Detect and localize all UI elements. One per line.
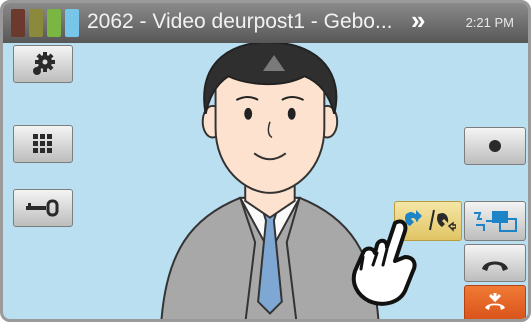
key-icon — [26, 199, 59, 217]
signal-bar-1 — [11, 9, 25, 37]
chevron-double-right-icon[interactable]: » — [411, 6, 425, 34]
handset-icon — [482, 261, 508, 271]
answer-button[interactable] — [464, 244, 526, 282]
grid-keypad-icon — [33, 134, 52, 153]
settings-button[interactable] — [13, 45, 73, 83]
signal-bar-4 — [65, 9, 79, 37]
signal-bar-3 — [47, 9, 61, 37]
record-button[interactable] — [464, 127, 526, 165]
status-bar: 2062 - Video deurpost1 - Gebo... » 2:21 … — [3, 3, 528, 43]
end-call-icon — [485, 293, 505, 310]
record-dot-icon — [489, 140, 501, 152]
camera-video-feed — [160, 43, 380, 319]
monitor-switch-button[interactable] — [464, 201, 526, 241]
gear-icon — [33, 52, 55, 75]
hangup-button[interactable] — [464, 285, 526, 319]
pointing-hand-icon — [351, 219, 417, 306]
clock-time: 2:21 PM — [465, 15, 514, 30]
door-release-button[interactable] — [13, 189, 73, 227]
keypad-button[interactable] — [13, 125, 73, 163]
caller-title: 2062 - Video deurpost1 - Gebo... — [87, 10, 393, 33]
signal-bar-2 — [29, 9, 43, 37]
intercom-screen: 2062 - Video deurpost1 - Gebo... » 2:21 … — [0, 0, 531, 322]
triangle-up-icon[interactable] — [261, 53, 287, 73]
camera-switch-icon — [474, 211, 517, 232]
